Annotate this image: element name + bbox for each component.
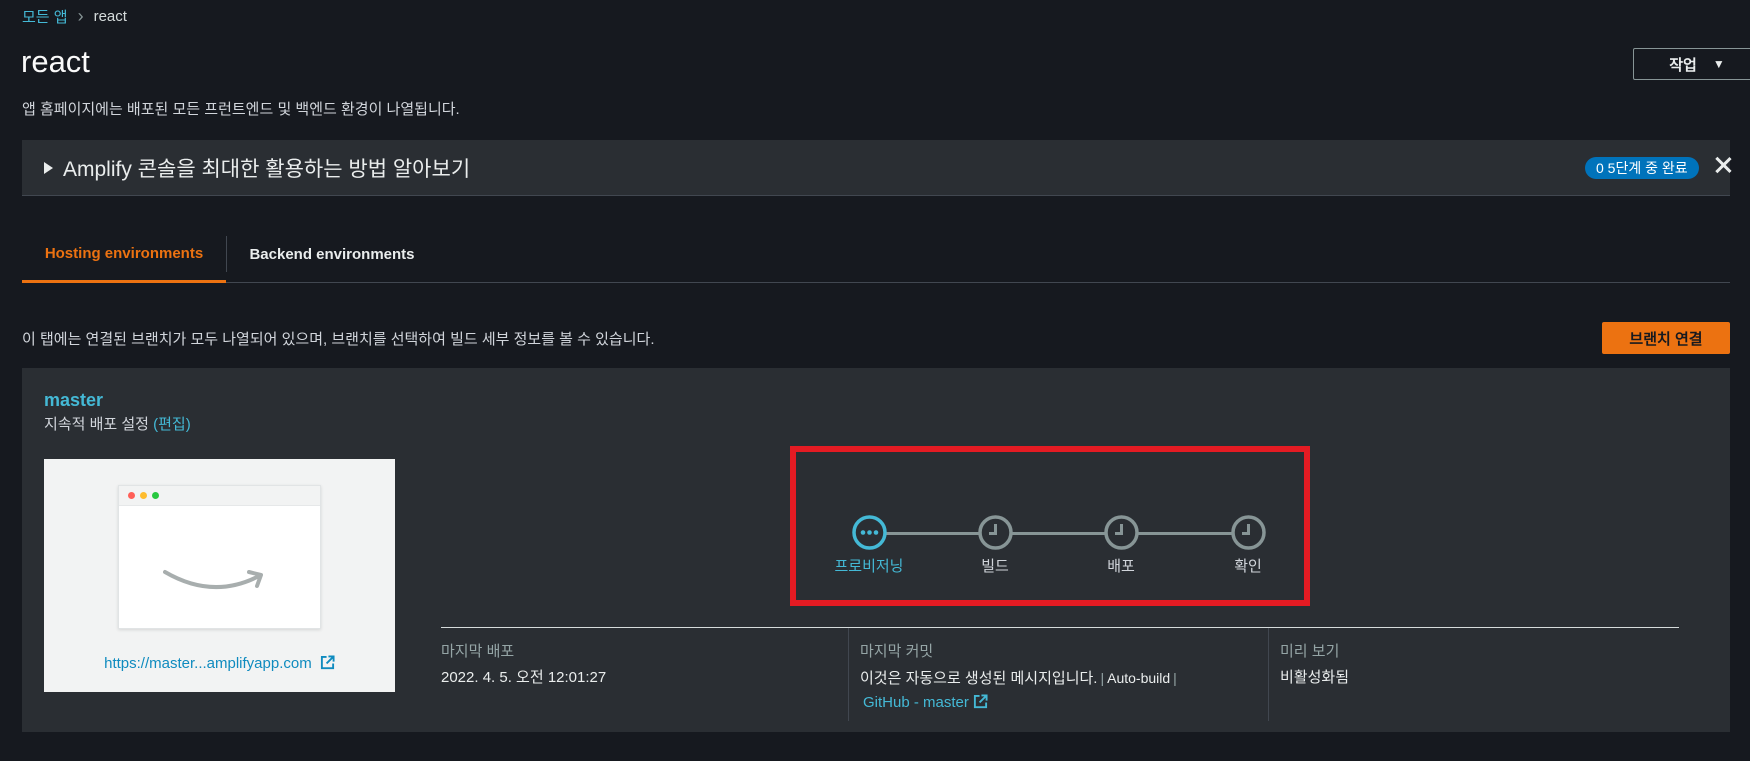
preview-label: 미리 보기 (1280, 643, 1340, 660)
branch-name-link[interactable]: master (44, 390, 103, 411)
browser-mockup (118, 485, 321, 629)
cd-label: 지속적 배포 설정 (44, 416, 149, 433)
separator: | (1173, 670, 1177, 686)
chevron-right-icon: › (77, 6, 84, 26)
preview-value: 비활성화됨 (1280, 669, 1350, 686)
separator: | (1100, 670, 1105, 686)
environment-tabs: Hosting environments Backend environment… (22, 226, 1730, 283)
branch-card: master 지속적 배포 설정 (편집) https://master...a… (22, 368, 1730, 732)
clock-icon (978, 515, 1013, 550)
preview-url-link[interactable]: https://master...amplifyapp.com (44, 655, 395, 672)
last-commit-column: 마지막 커밋 이것은 자동으로 생성된 메시지입니다. | Auto-build | … (848, 628, 1268, 721)
window-dot-yellow (140, 492, 147, 499)
edit-link[interactable]: (편집) (153, 416, 191, 433)
window-dot-red (128, 492, 135, 499)
auto-build-label: Auto-build (1107, 670, 1171, 686)
stage-label-provisioning: 프로비저닝 (834, 558, 904, 575)
site-preview[interactable]: https://master...amplifyapp.com (44, 459, 395, 692)
pipeline-connector (1125, 532, 1233, 535)
last-deploy-column: 마지막 배포 2022. 4. 5. 오전 12:01:27 (441, 628, 848, 721)
stage-label-deploy: 배포 (1107, 558, 1135, 575)
breadcrumb-all-apps[interactable]: 모든 앱 (22, 6, 68, 27)
last-commit-value: 이것은 자동으로 생성된 메시지입니다. | Auto-build | GitHub … (860, 666, 1260, 715)
connect-branch-button[interactable]: 브랜치 연결 (1602, 322, 1730, 354)
browser-mockup-bar (119, 486, 320, 506)
continuous-deploy-line: 지속적 배포 설정 (편집) (44, 413, 191, 434)
stage-label-verify: 확인 (1234, 558, 1262, 575)
github-commit-link[interactable]: GitHub - master (863, 694, 988, 711)
last-deploy-value: 2022. 4. 5. 오전 12:01:27 (441, 669, 607, 686)
external-link-icon (320, 655, 335, 670)
clock-icon (1104, 515, 1139, 550)
getting-started-panel: Amplify 콘솔을 최대한 활용하는 방법 알아보기 0 5단계 중 완료 (22, 140, 1730, 196)
github-link-text: GitHub - master (863, 694, 969, 711)
actions-button[interactable]: 작업 ▼ (1633, 48, 1750, 80)
tab-hosting-environments[interactable]: Hosting environments (22, 226, 226, 283)
external-link-icon (973, 694, 988, 709)
preview-column: 미리 보기 비활성화됨 (1268, 628, 1679, 721)
last-deploy-label: 마지막 배포 (441, 643, 515, 660)
clock-icon (1231, 515, 1266, 550)
pipeline-connector (873, 532, 981, 535)
hosting-description: 이 탭에는 연결된 브랜치가 모두 나열되어 있으며, 브랜치를 선택하여 빌드… (22, 331, 655, 348)
caret-down-icon: ▼ (1712, 57, 1725, 71)
tab-backend-environments[interactable]: Backend environments (227, 226, 437, 283)
close-icon[interactable] (1712, 154, 1734, 176)
branch-details: 마지막 배포 2022. 4. 5. 오전 12:01:27 마지막 커밋 이것… (441, 627, 1679, 721)
getting-started-title[interactable]: Amplify 콘솔을 최대한 활용하는 방법 알아보기 (63, 153, 470, 183)
triangle-right-icon[interactable] (44, 161, 53, 174)
stage-label-build: 빌드 (981, 558, 1009, 575)
preview-url-text: https://master...amplifyapp.com (104, 655, 312, 672)
commit-message: 이것은 자동으로 생성된 메시지입니다. (860, 670, 1098, 687)
amazon-smile-icon (163, 570, 263, 590)
page-title: react (21, 44, 90, 79)
breadcrumb-current: react (93, 8, 127, 25)
pipeline-connector (999, 532, 1107, 535)
window-dot-green (152, 492, 159, 499)
breadcrumb: 모든 앱 › react (22, 6, 127, 27)
last-commit-label: 마지막 커밋 (860, 643, 934, 660)
page-subtitle: 앱 홈페이지에는 배포된 모든 프런트엔드 및 백엔드 환경이 나열됩니다. (22, 101, 460, 118)
actions-label: 작업 (1669, 56, 1697, 74)
progress-badge: 0 5단계 중 완료 (1585, 157, 1699, 179)
in-progress-icon (852, 515, 887, 550)
